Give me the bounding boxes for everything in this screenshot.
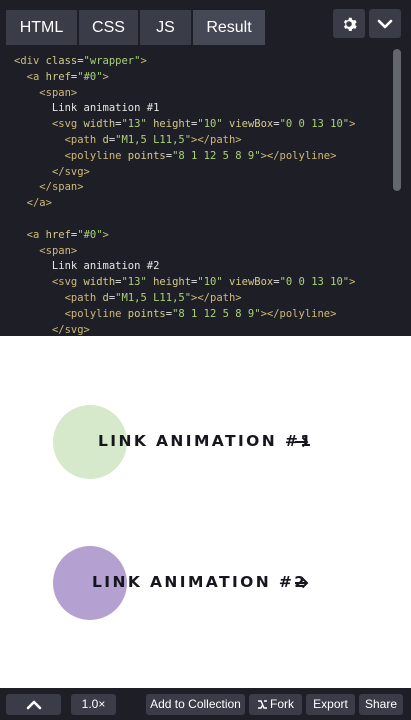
code-line: <path d="M1,5 L11,5"></path> bbox=[64, 133, 242, 146]
arrow-right-icon bbox=[295, 436, 309, 448]
chevron-up-icon bbox=[26, 700, 41, 710]
code-line: <span> bbox=[39, 86, 78, 99]
zoom-button[interactable]: 1.0× bbox=[71, 694, 116, 715]
code-line: </svg> bbox=[51, 323, 90, 336]
fork-icon bbox=[258, 700, 267, 709]
share-button[interactable]: Share bbox=[359, 694, 403, 715]
code-line: <a href="#0"> bbox=[26, 228, 109, 241]
code-line: <svg width="13" height="10" viewBox="0 0… bbox=[51, 118, 356, 131]
code-line: Link animation #2 bbox=[14, 260, 160, 273]
code-line: <polyline points="8 1 12 5 8 9"></polyli… bbox=[64, 307, 337, 320]
code-line: Link animation #1 bbox=[14, 102, 160, 115]
tab-result[interactable]: Result bbox=[193, 10, 265, 45]
code-line: <a href="#0"> bbox=[26, 70, 109, 83]
gear-icon bbox=[343, 17, 357, 31]
result-pane: LINK ANIMATION #1 LINK ANIMATION #2 bbox=[0, 336, 411, 688]
link-animation-1[interactable]: LINK ANIMATION #1 bbox=[98, 432, 313, 450]
tab-html[interactable]: HTML bbox=[6, 10, 77, 45]
code-line: </a> bbox=[26, 197, 52, 210]
add-to-collection-button[interactable]: Add to Collection bbox=[146, 694, 245, 715]
fork-label: Fork bbox=[270, 697, 294, 711]
code-content: <div class="wrapper"> <a href="#0"> <spa… bbox=[14, 54, 355, 336]
code-line: <path d="M1,5 L11,5"></path> bbox=[64, 291, 242, 304]
collapse-button[interactable] bbox=[369, 9, 401, 38]
export-button[interactable]: Export bbox=[306, 694, 355, 715]
fork-button[interactable]: Fork bbox=[249, 694, 302, 715]
editor-scrollbar[interactable] bbox=[393, 49, 401, 191]
expand-console-button[interactable] bbox=[6, 694, 61, 715]
link-animation-2[interactable]: LINK ANIMATION #2 bbox=[92, 573, 307, 591]
code-line: </svg> bbox=[51, 165, 90, 178]
chevron-down-icon bbox=[377, 19, 393, 28]
bottom-toolbar: 1.0× Add to Collection Fork Export Share bbox=[0, 688, 411, 720]
code-line: <div class="wrapper"> bbox=[14, 55, 147, 67]
code-line: <svg width="13" height="10" viewBox="0 0… bbox=[51, 276, 356, 289]
code-line: <polyline points="8 1 12 5 8 9"></polyli… bbox=[64, 149, 337, 162]
tab-js[interactable]: JS bbox=[140, 10, 191, 45]
tab-css[interactable]: CSS bbox=[79, 10, 138, 45]
editor-tab-bar: HTML CSS JS Result bbox=[0, 0, 411, 45]
code-line: <span> bbox=[39, 244, 78, 257]
code-line: </span> bbox=[39, 181, 84, 194]
code-editor[interactable]: <div class="wrapper"> <a href="#0"> <spa… bbox=[0, 45, 411, 336]
arrow-right-icon bbox=[295, 577, 309, 589]
settings-button[interactable] bbox=[333, 9, 365, 38]
